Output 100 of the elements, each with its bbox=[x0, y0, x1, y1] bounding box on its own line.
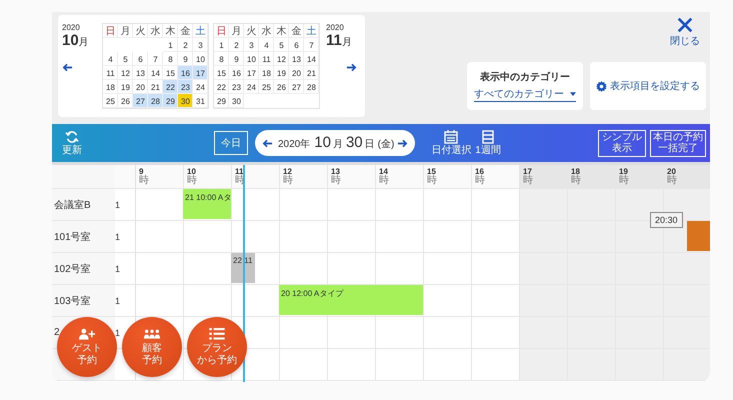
calendar-day[interactable]: 26 bbox=[118, 94, 133, 108]
room-capacity: 1 bbox=[115, 232, 120, 242]
calendar-day[interactable]: 30 bbox=[178, 94, 193, 108]
calendar-day[interactable]: 19 bbox=[274, 66, 289, 80]
calendar-day[interactable]: 18 bbox=[259, 66, 274, 80]
calendar-day[interactable]: 28 bbox=[148, 94, 163, 108]
category-select[interactable]: すべてのカテゴリー bbox=[474, 87, 576, 102]
calendar-day[interactable]: 6 bbox=[289, 38, 304, 52]
calendar-day[interactable]: 6 bbox=[133, 52, 148, 66]
calendar-day[interactable]: 8 bbox=[214, 52, 229, 66]
today-button[interactable]: 今日 bbox=[214, 131, 248, 155]
reservation-block[interactable]: 22 11 bbox=[231, 253, 255, 283]
calendar-day[interactable]: 10 bbox=[193, 52, 208, 66]
calendar-day[interactable]: 13 bbox=[133, 66, 148, 80]
right-arrow-icon[interactable] bbox=[397, 138, 408, 148]
calendar-day[interactable]: 3 bbox=[244, 38, 259, 52]
calendar-day[interactable]: 24 bbox=[193, 80, 208, 94]
calendar-day[interactable]: 11 bbox=[259, 52, 274, 66]
calendar-day[interactable]: 4 bbox=[259, 38, 274, 52]
calendar-day[interactable]: 24 bbox=[244, 80, 259, 94]
calendar-day[interactable]: 29 bbox=[214, 94, 229, 108]
day-unit: 日 bbox=[364, 138, 375, 151]
calendar-day[interactable]: 10 bbox=[244, 52, 259, 66]
calendar-day[interactable]: 28 bbox=[304, 80, 319, 94]
room-capacity: 1 bbox=[115, 200, 120, 210]
list-icon bbox=[481, 130, 496, 144]
calendar-day[interactable]: 2 bbox=[178, 38, 193, 52]
room-name: 2 bbox=[54, 327, 60, 338]
month-label: 10月 bbox=[62, 32, 90, 50]
calendar-day[interactable]: 21 bbox=[304, 66, 319, 80]
hour-unit: 時 bbox=[379, 176, 390, 186]
calendar-day[interactable]: 9 bbox=[178, 52, 193, 66]
calendar-day[interactable]: 22 bbox=[214, 80, 229, 94]
calendar-day[interactable]: 3 bbox=[193, 38, 208, 52]
room-capacity: 1 bbox=[115, 264, 120, 274]
right-arrow-icon[interactable] bbox=[346, 62, 357, 73]
calendar-day[interactable]: 16 bbox=[178, 66, 193, 80]
settings-button[interactable]: 表示項目を設定する bbox=[596, 79, 700, 93]
hour-label: 14 bbox=[379, 168, 388, 176]
calendar-day[interactable]: 8 bbox=[163, 52, 178, 66]
calendar-day[interactable]: 14 bbox=[304, 52, 319, 66]
date-select-button[interactable]: 日付選択 bbox=[429, 130, 474, 156]
calendar-day[interactable]: 25 bbox=[103, 94, 118, 108]
calendar-day[interactable]: 30 bbox=[229, 94, 244, 108]
calendar-day[interactable]: 4 bbox=[103, 52, 118, 66]
calendar-day[interactable]: 31 bbox=[193, 94, 208, 108]
close-button[interactable]: 閉じる bbox=[664, 16, 706, 48]
calendar-day[interactable]: 15 bbox=[214, 66, 229, 80]
calendar-day[interactable]: 29 bbox=[163, 94, 178, 108]
calendar-day[interactable]: 2 bbox=[229, 38, 244, 52]
hour-unit: 時 bbox=[523, 176, 534, 186]
calendar-day[interactable]: 25 bbox=[259, 80, 274, 94]
calendar-day[interactable]: 21 bbox=[148, 80, 163, 94]
calendar-day[interactable]: 7 bbox=[148, 52, 163, 66]
calendar-day[interactable]: 15 bbox=[163, 66, 178, 80]
calendar-day[interactable]: 27 bbox=[289, 80, 304, 94]
calendar-day[interactable]: 5 bbox=[118, 52, 133, 66]
calendar-day[interactable]: 26 bbox=[274, 80, 289, 94]
reservation-block[interactable]: 21 10:00 Aタ bbox=[183, 189, 231, 219]
month-unit: 月 bbox=[332, 138, 343, 151]
complete-all-button[interactable]: 本日の予約 一括完了 bbox=[650, 130, 706, 156]
hour-unit: 時 bbox=[187, 176, 198, 186]
left-arrow-icon[interactable] bbox=[262, 138, 273, 148]
calendar-day[interactable]: 17 bbox=[193, 66, 208, 80]
calendar-day[interactable]: 1 bbox=[163, 38, 178, 52]
weekday-label: 日 bbox=[214, 24, 229, 38]
calendar-day[interactable]: 12 bbox=[118, 66, 133, 80]
calendar-day[interactable]: 22 bbox=[163, 80, 178, 94]
calendar-day[interactable]: 1 bbox=[214, 38, 229, 52]
weekday-label: 日 bbox=[103, 24, 118, 38]
calendar-day[interactable]: 17 bbox=[244, 66, 259, 80]
calendar-day[interactable]: 20 bbox=[289, 66, 304, 80]
calendar-day[interactable]: 27 bbox=[133, 94, 148, 108]
calendar-day[interactable]: 23 bbox=[178, 80, 193, 94]
calendar-day[interactable]: 12 bbox=[274, 52, 289, 66]
group-icon bbox=[144, 328, 160, 340]
calendar-day[interactable]: 14 bbox=[148, 66, 163, 80]
calendar-icon bbox=[444, 130, 458, 144]
calendar-day[interactable]: 13 bbox=[289, 52, 304, 66]
calendar-day[interactable]: 9 bbox=[229, 52, 244, 66]
calendar-day[interactable]: 19 bbox=[118, 80, 133, 94]
date-year: 2020年 bbox=[278, 138, 310, 151]
weekday-label: 月 bbox=[229, 24, 244, 38]
hour-unit: 時 bbox=[139, 176, 150, 186]
date-weekday: (金) bbox=[378, 138, 394, 151]
calendar-day[interactable]: 16 bbox=[229, 66, 244, 80]
calendar-day[interactable]: 7 bbox=[304, 38, 319, 52]
weekday-label: 金 bbox=[178, 24, 193, 38]
calendar-day[interactable]: 11 bbox=[103, 66, 118, 80]
left-arrow-icon[interactable] bbox=[62, 62, 73, 73]
calendar-day[interactable]: 23 bbox=[229, 80, 244, 94]
category-title: 表示中のカテゴリー bbox=[480, 70, 570, 84]
weekday-label: 木 bbox=[163, 24, 178, 38]
reservation-block[interactable]: 20 12:00 Aタイプ bbox=[279, 285, 423, 315]
calendar-day[interactable]: 20 bbox=[133, 80, 148, 94]
week-view-button[interactable]: 1週間 bbox=[473, 130, 503, 156]
calendar-day[interactable]: 18 bbox=[103, 80, 118, 94]
year-label: 2020 bbox=[326, 23, 344, 32]
simple-view-button[interactable]: シンプル 表示 bbox=[598, 130, 646, 156]
calendar-day[interactable]: 5 bbox=[274, 38, 289, 52]
